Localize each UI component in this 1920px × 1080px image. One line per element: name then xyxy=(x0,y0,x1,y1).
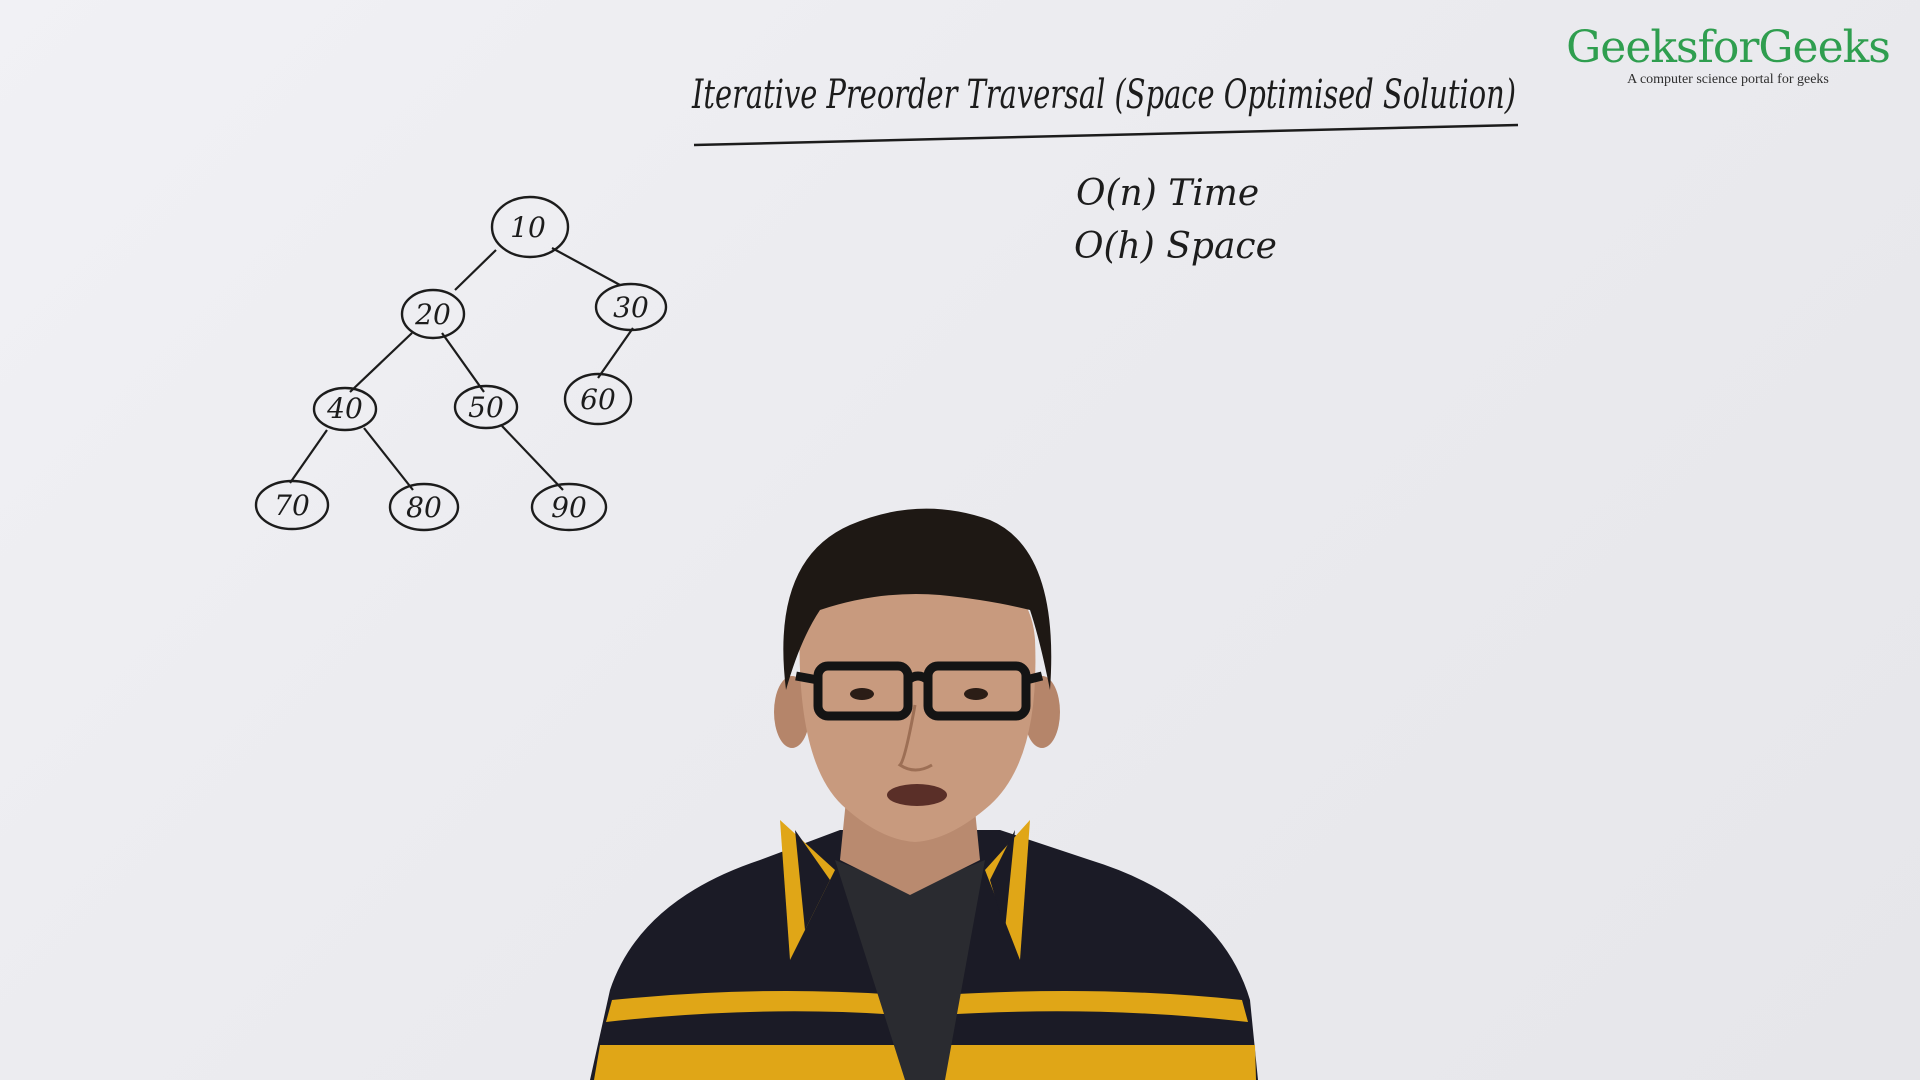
presenter-mouth xyxy=(887,784,947,806)
presenter xyxy=(590,508,1258,1080)
brand-name: GeeksforGeeks xyxy=(1566,22,1891,73)
geeksforgeeks-logo: GeeksforGeeks A computer science portal … xyxy=(1560,24,1896,88)
presenter-eye xyxy=(850,688,874,700)
presenter-eye xyxy=(964,688,988,700)
brand-tagline: A computer science portal for geeks xyxy=(1627,72,1829,87)
